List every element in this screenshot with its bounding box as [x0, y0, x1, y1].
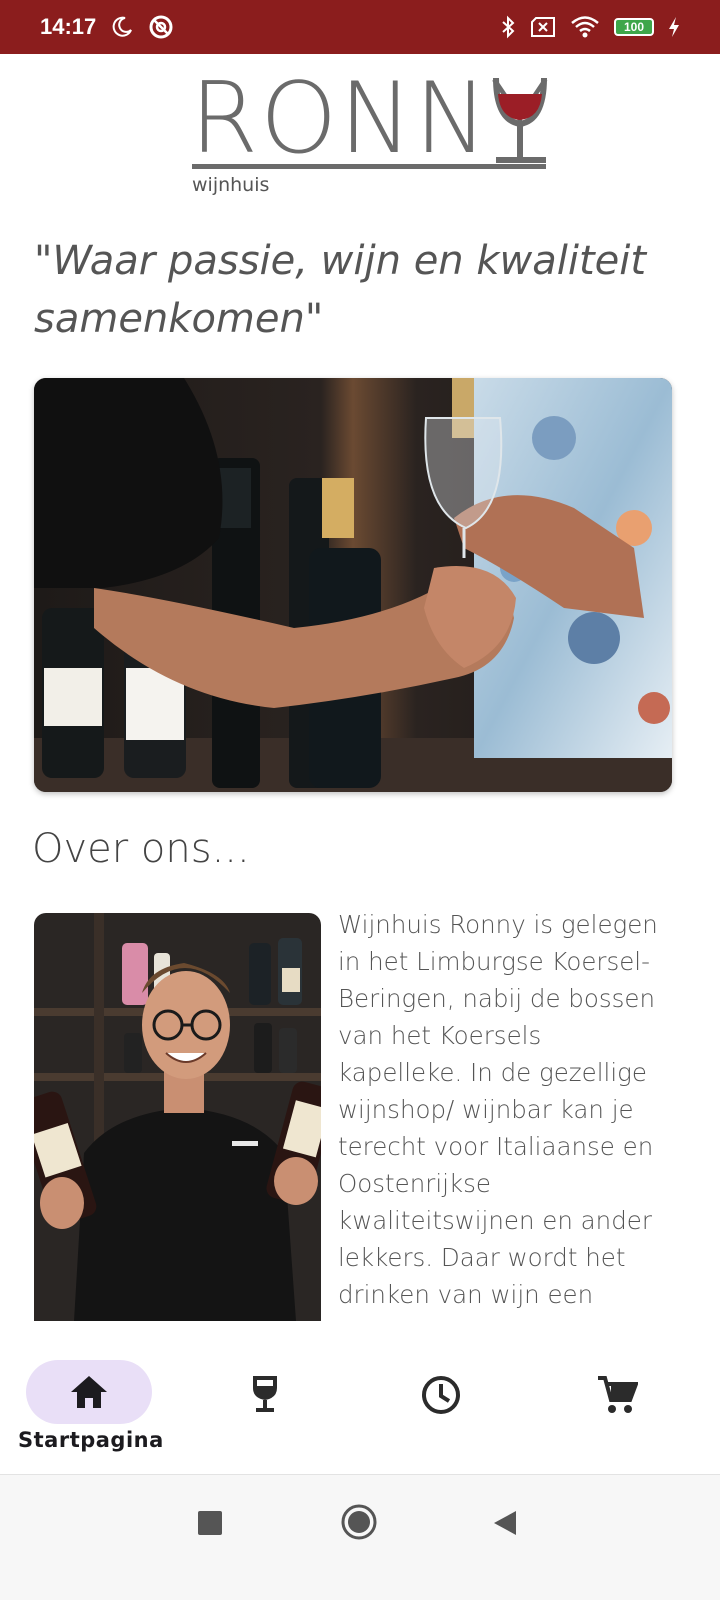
clock-icon [420, 1374, 462, 1420]
tagline-quote: "Waar passie, wijn en kwaliteit samenkom… [34, 238, 647, 342]
home-button[interactable] [340, 1503, 378, 1545]
hero-wine-tasting-photo [34, 378, 672, 792]
back-button[interactable] [492, 1509, 518, 1541]
nav-item-cart[interactable] [552, 1360, 682, 1456]
charging-icon [668, 16, 680, 38]
system-navigation-bar [0, 1475, 720, 1600]
status-bar: 14:17 100 [0, 0, 720, 54]
no-sim-icon [530, 16, 556, 38]
battery-icon: 100 [614, 18, 654, 36]
logo-subtitle: wijnhuis [192, 174, 270, 196]
cart-icon [596, 1374, 639, 1420]
logo-underline [192, 164, 546, 169]
status-left: 14:17 [40, 14, 174, 40]
nav-label-home: Startpagina [18, 1428, 164, 1452]
wifi-icon [570, 15, 600, 39]
owner-portrait-photo [34, 913, 321, 1321]
home-icon [69, 1374, 109, 1414]
moon-icon [110, 15, 134, 39]
recents-button[interactable] [197, 1510, 223, 1540]
nav-item-home[interactable]: Startpagina [18, 1360, 163, 1456]
about-description: Wijnhuis Ronny is gelegen in het Limburg… [338, 910, 658, 1309]
bluetooth-icon [500, 15, 516, 39]
wine-glass-icon [250, 1374, 280, 1418]
nav-item-wines[interactable] [200, 1360, 330, 1456]
section-title-about: Over ons... [32, 826, 250, 872]
nav-item-hours[interactable] [376, 1360, 506, 1456]
bottom-navigation-bar: Startpagina [0, 1322, 720, 1475]
status-right: 100 [500, 15, 680, 39]
data-saver-icon [148, 14, 174, 40]
brand-logo: RONNY wijnhuis [190, 70, 550, 200]
wine-glass-logo-icon [493, 77, 547, 163]
status-time: 14:17 [40, 14, 97, 39]
